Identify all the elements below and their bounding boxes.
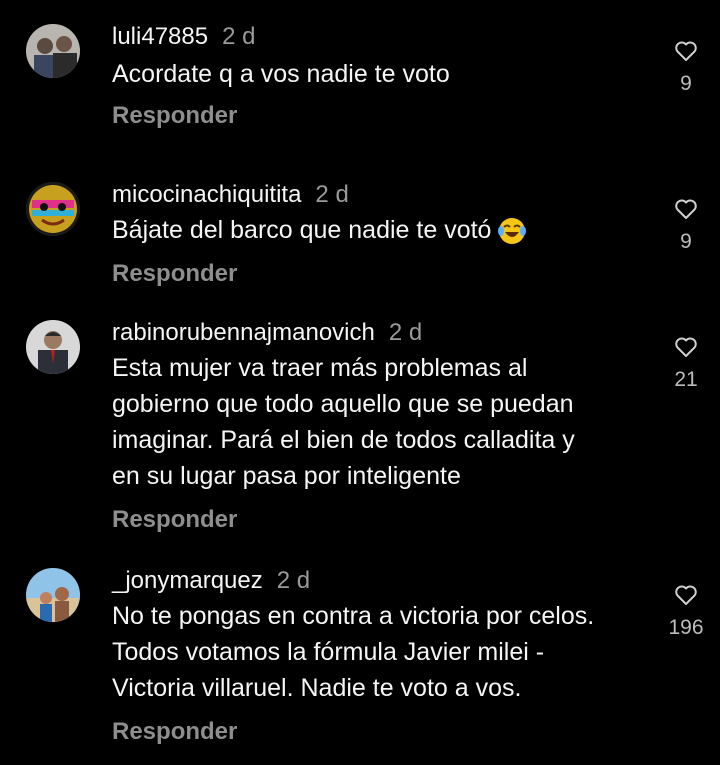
comment-text-line: Victoria villaruel. Nadie te voto a vos. [112,674,522,702]
comment-item: rabinorubennajmanovich 2 d Esta mujer va … [0,316,720,536]
comment-text-line: imaginar. Pará el bien de todos calladit… [112,426,575,454]
comment-text: Bájate del barco que nadie te votó [112,212,657,248]
comment-item: micocinachiquitita 2 d Bájate del barco q… [0,178,720,298]
comment-text: Esta mujer va traer más problemas al gob… [112,350,657,494]
comment-header: rabinorubennajmanovich 2 d [112,318,422,348]
timestamp: 2 d [315,181,349,208]
comment-text-line: Todos votamos la fórmula Javier milei - [112,638,545,666]
face-with-tears-of-joy-icon [498,218,527,245]
username[interactable]: luli47885 [112,23,208,50]
heart-icon [675,585,697,605]
reply-button[interactable]: Responder [112,718,237,746]
comment-text: Acordate q a vos nadie te voto [112,60,450,88]
reply-button[interactable]: Responder [112,260,237,288]
comment-text-line: Esta mujer va traer más problemas al [112,354,528,382]
heart-icon [675,41,697,61]
comment-text-content: Bájate del barco que nadie te votó [112,216,492,244]
timestamp: 2 d [222,23,256,50]
like-count: 9 [680,230,692,253]
comment-item: luli47885 2 d Acordate q a vos nadie te v… [0,20,720,140]
avatar[interactable] [26,182,80,236]
like-count: 9 [680,72,692,95]
comment-text: No te pongas en contra a victoria por ce… [112,598,657,706]
comment-header: micocinachiquitita 2 d [112,180,349,210]
like-button[interactable]: 21 [656,336,716,392]
like-button[interactable]: 9 [656,198,716,254]
username[interactable]: rabinorubennajmanovich [112,319,375,346]
timestamp: 2 d [276,567,311,594]
avatar[interactable] [26,320,80,374]
timestamp: 2 d [388,319,423,346]
like-count: 21 [674,368,698,391]
reply-button[interactable]: Responder [112,102,237,130]
comment-text-line: No te pongas en contra a victoria por ce… [112,602,595,630]
comment-header: _jonymarquez 2 d [112,566,310,596]
like-count: 196 [668,616,704,639]
comment-text-line: gobierno que todo aquello que se puedan [112,390,574,418]
like-button[interactable]: 9 [656,40,716,96]
heart-icon [675,199,697,219]
reply-button[interactable]: Responder [112,506,237,534]
comment-item: _jonymarquez 2 d No te pongas en contra a… [0,564,720,754]
avatar[interactable] [26,568,80,622]
comment-text-line: en su lugar pasa por inteligente [112,462,461,490]
like-button[interactable]: 196 [656,584,716,640]
heart-icon [675,337,697,357]
avatar[interactable] [26,24,80,78]
comment-header: luli47885 2 d [112,22,255,52]
username[interactable]: _jonymarquez [112,567,263,594]
username[interactable]: micocinachiquitita [112,181,301,208]
